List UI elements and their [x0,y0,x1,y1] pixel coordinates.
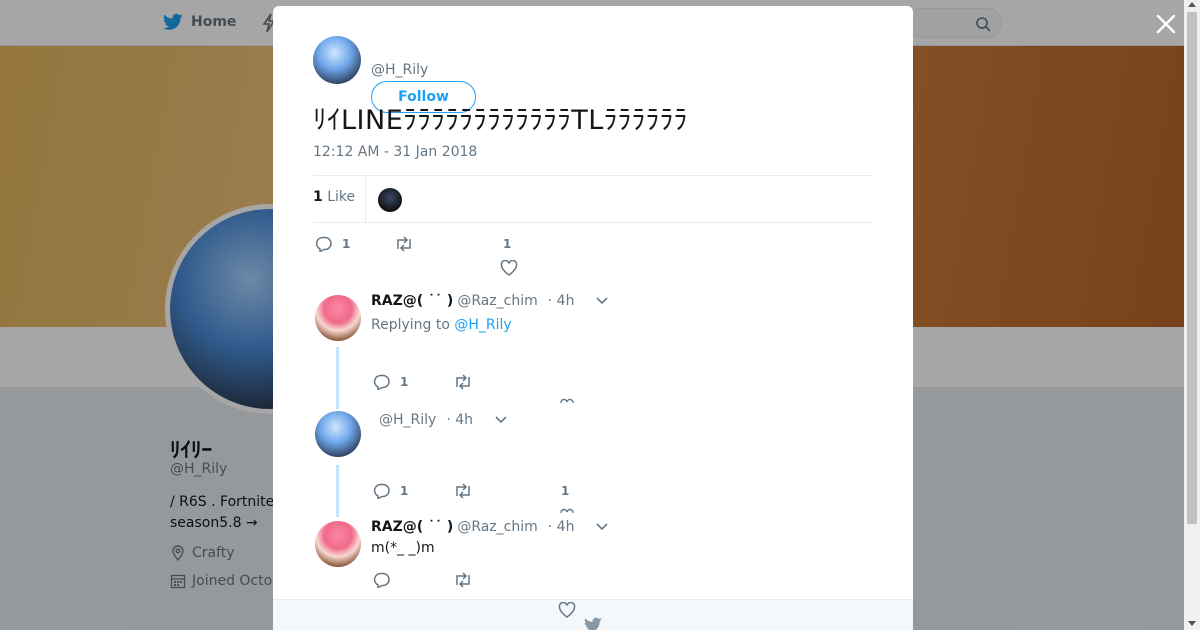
reply-header: @H_Rily · 4h [375,412,507,428]
retweet-icon[interactable] [453,572,473,588]
reply-time[interactable]: · 4h [548,293,575,309]
reply-icon [373,483,390,499]
reply-icon [315,236,332,252]
scrollbar-thumb[interactable] [1187,12,1197,524]
tweet-text: ﾘｲLINEﾗﾗﾗﾗﾗﾗﾗﾗﾗﾗﾗﾗTLﾗﾗﾗﾗﾗﾗ [313,105,688,136]
scroll-down-arrow-icon[interactable] [1188,621,1196,626]
thread-line [336,347,339,409]
scroll-up-arrow-icon[interactable] [1188,2,1196,7]
reply-count: 1 [400,375,409,389]
liker-avatar[interactable] [378,188,402,212]
reply-author-name[interactable]: RAZ@( ˙˙ ) [371,519,453,535]
author-avatar[interactable] [313,36,361,84]
retweet-icon[interactable] [453,483,473,499]
reply-avatar[interactable] [315,521,361,567]
divider [365,176,366,222]
like-count: 1 [561,484,570,498]
likes-count: 1 [313,189,323,205]
reply-icon[interactable] [373,572,391,588]
reply-time[interactable]: · 4h [548,519,575,535]
reply-author-handle[interactable]: @Raz_chim [457,293,537,309]
heart-icon[interactable] [500,260,518,276]
reply-avatar[interactable] [315,295,361,341]
reply-author-name[interactable]: RAZ@( ˙˙ ) [371,293,453,309]
chevron-down-icon[interactable] [596,523,609,531]
reply-tweet[interactable]: RAZ@( ˙˙ ) @Raz_chim · 4h Replying to @H… [313,293,873,409]
reply-action[interactable]: 1 [373,483,408,499]
reply-time[interactable]: · 4h [446,412,473,428]
author-handle[interactable]: @H_Rily [371,62,428,78]
reply-count: 1 [342,237,351,251]
retweet-icon[interactable] [394,236,414,252]
heart-icon[interactable] [558,602,576,618]
replying-prefix: Replying to [371,317,450,333]
reply-icon [373,374,390,390]
likes-stat[interactable]: 1 Like [313,189,355,205]
reply-header: RAZ@( ˙˙ ) @Raz_chim · 4h [371,519,609,535]
tweet-stats: 1 Like [313,175,873,223]
reply-action[interactable]: 1 [373,374,408,390]
close-icon[interactable] [1154,12,1178,36]
reply-header: RAZ@( ˙˙ ) @Raz_chim · 4h [371,293,609,309]
tweet-timestamp[interactable]: 12:12 AM - 31 Jan 2018 [313,144,477,160]
likes-label: Like [327,189,356,205]
heart-icon[interactable] [560,508,574,514]
replying-to: Replying to @H_Rily [371,317,512,333]
scrollbar[interactable] [1184,0,1200,630]
chevron-down-icon[interactable] [596,297,609,305]
reply-tweet[interactable]: @H_Rily · 4h 1 1 [313,411,873,517]
reply-count: 1 [400,484,409,498]
reply-text: m(*_ _)m [371,540,435,556]
retweet-icon[interactable] [453,374,473,390]
chevron-down-icon[interactable] [495,416,507,424]
thread-line [336,465,339,517]
twitter-bird-icon [584,617,602,630]
reply-avatar[interactable] [315,411,361,457]
reply-author-handle[interactable]: @H_Rily [379,412,436,428]
reply-tweet[interactable]: RAZ@( ˙˙ ) @Raz_chim · 4h m(*_ _)m [313,519,873,601]
heart-icon[interactable] [560,398,574,404]
reply-author-handle[interactable]: @Raz_chim [457,519,537,535]
like-count: 1 [503,237,512,251]
reply-action[interactable]: 1 [315,236,350,252]
replying-to-link[interactable]: @H_Rily [454,317,511,333]
tweet-modal: @H_Rily Follow ﾘｲLINEﾗﾗﾗﾗﾗﾗﾗﾗﾗﾗﾗﾗTLﾗﾗﾗﾗﾗ… [273,6,913,630]
modal-footer [273,599,913,630]
